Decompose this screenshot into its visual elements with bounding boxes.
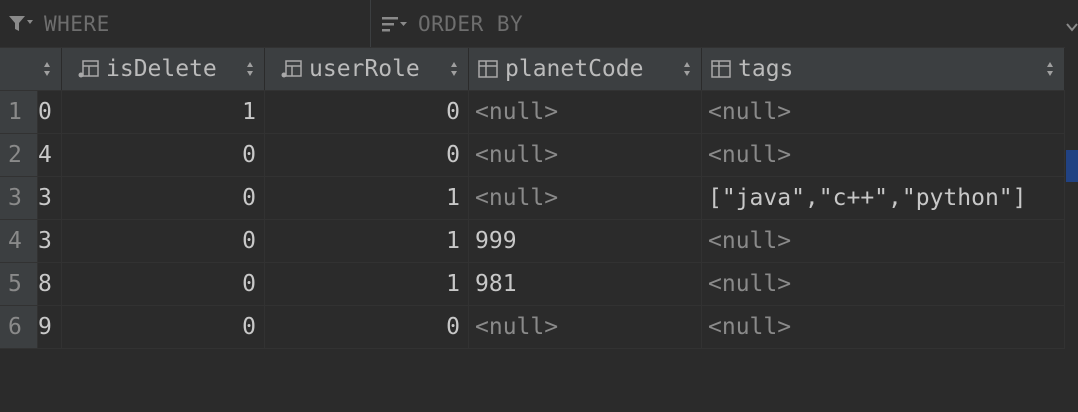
cell-isDelete[interactable]: 0 <box>62 263 265 305</box>
data-editor: WHERE ORDER BY isDelete userRole planetC… <box>0 0 1078 412</box>
cell-isDelete[interactable]: 0 <box>62 306 265 348</box>
cell-planetCode[interactable]: 999 <box>469 220 702 262</box>
table-row[interactable]: 1 0 1 0 <null> <null> <box>0 91 1065 134</box>
cell-tags[interactable]: <null> <box>702 306 1065 348</box>
cell-userRole[interactable]: 0 <box>265 306 469 348</box>
header-label: isDelete <box>106 56 217 82</box>
cell-planetCode[interactable]: <null> <box>469 177 702 219</box>
table-row[interactable]: 3 3 0 1 <null> ["java","c++","python"] <box>0 177 1065 220</box>
cell-id[interactable]: 4 <box>38 134 62 176</box>
chevron-down-icon[interactable] <box>1066 18 1078 40</box>
cell-userRole[interactable]: 1 <box>265 263 469 305</box>
cell-id[interactable]: 9 <box>38 306 62 348</box>
cell-userRole[interactable]: 1 <box>265 220 469 262</box>
column-icon <box>477 58 499 80</box>
header-id[interactable] <box>0 48 62 90</box>
row-number[interactable]: 4 <box>0 220 38 262</box>
cell-planetCode[interactable]: 981 <box>469 263 702 305</box>
sort-icon[interactable] <box>246 61 254 77</box>
column-icon <box>710 58 732 80</box>
cell-id[interactable]: 8 <box>38 263 62 305</box>
key-column-icon <box>78 58 100 80</box>
cell-tags[interactable]: <null> <box>702 220 1065 262</box>
where-filter[interactable]: WHERE <box>8 0 368 47</box>
cell-userRole[interactable]: 0 <box>265 91 469 133</box>
row-number[interactable]: 5 <box>0 263 38 305</box>
filter-divider <box>370 0 371 47</box>
cell-tags[interactable]: <null> <box>702 263 1065 305</box>
cell-isDelete[interactable]: 0 <box>62 177 265 219</box>
key-column-icon <box>281 58 303 80</box>
scrollbar[interactable] <box>1066 48 1078 412</box>
table-body: 1 0 1 0 <null> <null> 2 4 0 0 <null> <null> 3 3 0 1 <nul… <box>0 91 1065 349</box>
header-isdelete[interactable]: isDelete <box>62 48 265 90</box>
sort-icon[interactable] <box>450 61 458 77</box>
filter-icon <box>8 12 34 36</box>
cell-id[interactable]: 3 <box>38 177 62 219</box>
cell-planetCode[interactable]: <null> <box>469 134 702 176</box>
cell-id[interactable]: 0 <box>38 91 62 133</box>
header-label: tags <box>738 56 794 82</box>
filter-bar: WHERE ORDER BY <box>0 0 1065 48</box>
table-row[interactable]: 4 3 0 1 999 <null> <box>0 220 1065 263</box>
cell-userRole[interactable]: 0 <box>265 134 469 176</box>
cell-userRole[interactable]: 1 <box>265 177 469 219</box>
table-row[interactable]: 2 4 0 0 <null> <null> <box>0 134 1065 177</box>
header-planetcode[interactable]: planetCode <box>469 48 702 90</box>
row-number[interactable]: 6 <box>0 306 38 348</box>
sort-icon[interactable] <box>43 61 51 77</box>
cell-id[interactable]: 3 <box>38 220 62 262</box>
table-row[interactable]: 6 9 0 0 <null> <null> <box>0 306 1065 349</box>
sort-icon[interactable] <box>683 61 691 77</box>
cell-planetCode[interactable]: <null> <box>469 306 702 348</box>
cell-tags[interactable]: ["java","c++","python"] <box>702 177 1065 219</box>
row-number[interactable]: 1 <box>0 91 38 133</box>
header-label: userRole <box>309 56 420 82</box>
cell-tags[interactable]: <null> <box>702 134 1065 176</box>
table-row[interactable]: 5 8 0 1 981 <null> <box>0 263 1065 306</box>
cell-tags[interactable]: <null> <box>702 91 1065 133</box>
cell-isDelete[interactable]: 0 <box>62 134 265 176</box>
order-by-filter[interactable]: ORDER BY <box>382 0 1062 47</box>
order-by-input[interactable]: ORDER BY <box>418 12 523 36</box>
cell-isDelete[interactable]: 0 <box>62 220 265 262</box>
where-input[interactable]: WHERE <box>44 12 110 36</box>
header-userrole[interactable]: userRole <box>265 48 469 90</box>
cell-planetCode[interactable]: <null> <box>469 91 702 133</box>
cell-isDelete[interactable]: 1 <box>62 91 265 133</box>
row-number[interactable]: 2 <box>0 134 38 176</box>
header-tags[interactable]: tags <box>702 48 1065 90</box>
sort-lines-icon <box>382 12 408 36</box>
header-label: planetCode <box>505 56 644 82</box>
scrollbar-thumb[interactable] <box>1066 150 1078 182</box>
table-header: isDelete userRole planetCode tags <box>0 48 1065 91</box>
row-number[interactable]: 3 <box>0 177 38 219</box>
sort-icon[interactable] <box>1046 61 1054 77</box>
